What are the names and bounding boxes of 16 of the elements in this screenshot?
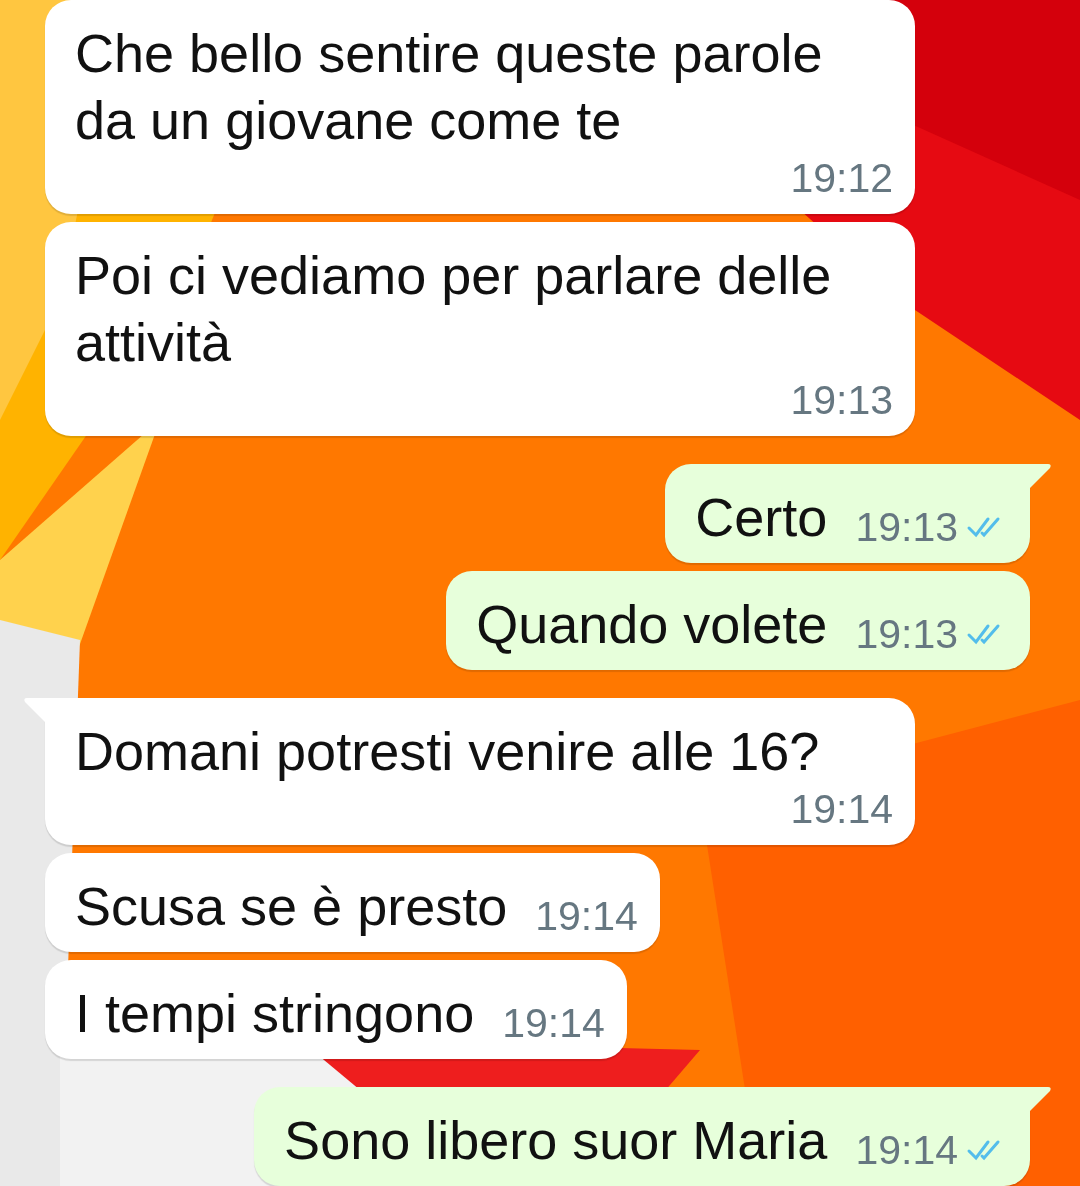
message-time: 19:13 bbox=[855, 503, 958, 551]
message-text: Poi ci vediamo per parlare delle attività bbox=[75, 244, 833, 374]
message-text: Che bello sentire queste parole da un giovane come te bbox=[75, 22, 824, 152]
message-time: 19:14 bbox=[502, 999, 605, 1047]
message-text: Sono libero suor Maria bbox=[284, 1109, 828, 1172]
message-text: Certo bbox=[695, 486, 828, 549]
message-time: 19:13 bbox=[790, 376, 893, 424]
message-time: 19:14 bbox=[790, 785, 893, 833]
message-text: Scusa se è presto bbox=[75, 875, 508, 938]
message-text: Quando volete bbox=[476, 593, 828, 656]
message-time: 19:14 bbox=[535, 892, 638, 940]
message-time: 19:13 bbox=[855, 610, 958, 658]
message-text: Domani potresti venire alle 16? bbox=[75, 720, 821, 783]
message-time: 19:12 bbox=[790, 154, 893, 202]
message-text: I tempi stringono bbox=[75, 982, 475, 1045]
message-time: 19:14 bbox=[855, 1126, 958, 1174]
